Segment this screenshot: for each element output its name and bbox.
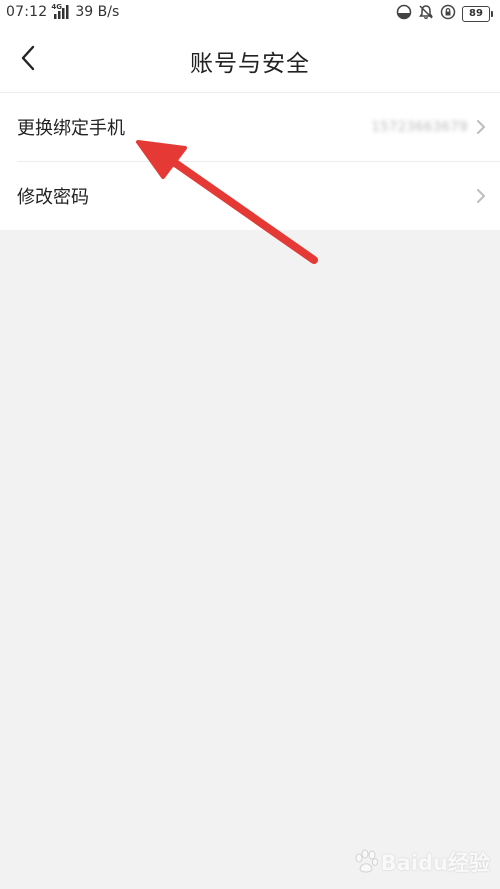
- net-speed: 39 B/s: [75, 4, 120, 20]
- settings-list: 更换绑定手机 15723663679 修改密码: [0, 92, 500, 230]
- chevron-left-icon: [21, 45, 35, 71]
- chevron-right-icon: [477, 189, 485, 203]
- chevron-right-icon: [477, 120, 485, 134]
- watermark-text: Baidu经验: [380, 851, 490, 875]
- bound-phone-value: 15723663679: [371, 119, 468, 135]
- change-bound-phone-item[interactable]: 更换绑定手机 15723663679: [0, 93, 500, 161]
- battery-icon: 89: [462, 6, 493, 22]
- signal-icon: 4G: [51, 3, 69, 19]
- status-bar: 07:12 4G 39 B/s 89: [0, 0, 500, 26]
- status-time: 07:12: [6, 4, 48, 20]
- lock-rotation-icon: [440, 4, 456, 24]
- page-title: 账号与安全: [190, 51, 310, 77]
- back-button[interactable]: [8, 38, 48, 78]
- status-right: 89: [396, 4, 493, 24]
- menu-item-label: 修改密码: [17, 187, 89, 208]
- bell-mute-icon: [418, 4, 434, 24]
- network-type-label: 4G: [51, 3, 62, 11]
- watermark: Baidu经验: [353, 847, 490, 877]
- paw-logo-icon: [355, 849, 378, 873]
- nav-bar: 账号与安全: [0, 26, 500, 92]
- menu-item-label: 更换绑定手机: [17, 118, 125, 139]
- change-password-item[interactable]: 修改密码: [0, 162, 500, 230]
- status-left: 07:12 4G 39 B/s: [6, 3, 120, 20]
- data-saver-icon: [396, 4, 412, 24]
